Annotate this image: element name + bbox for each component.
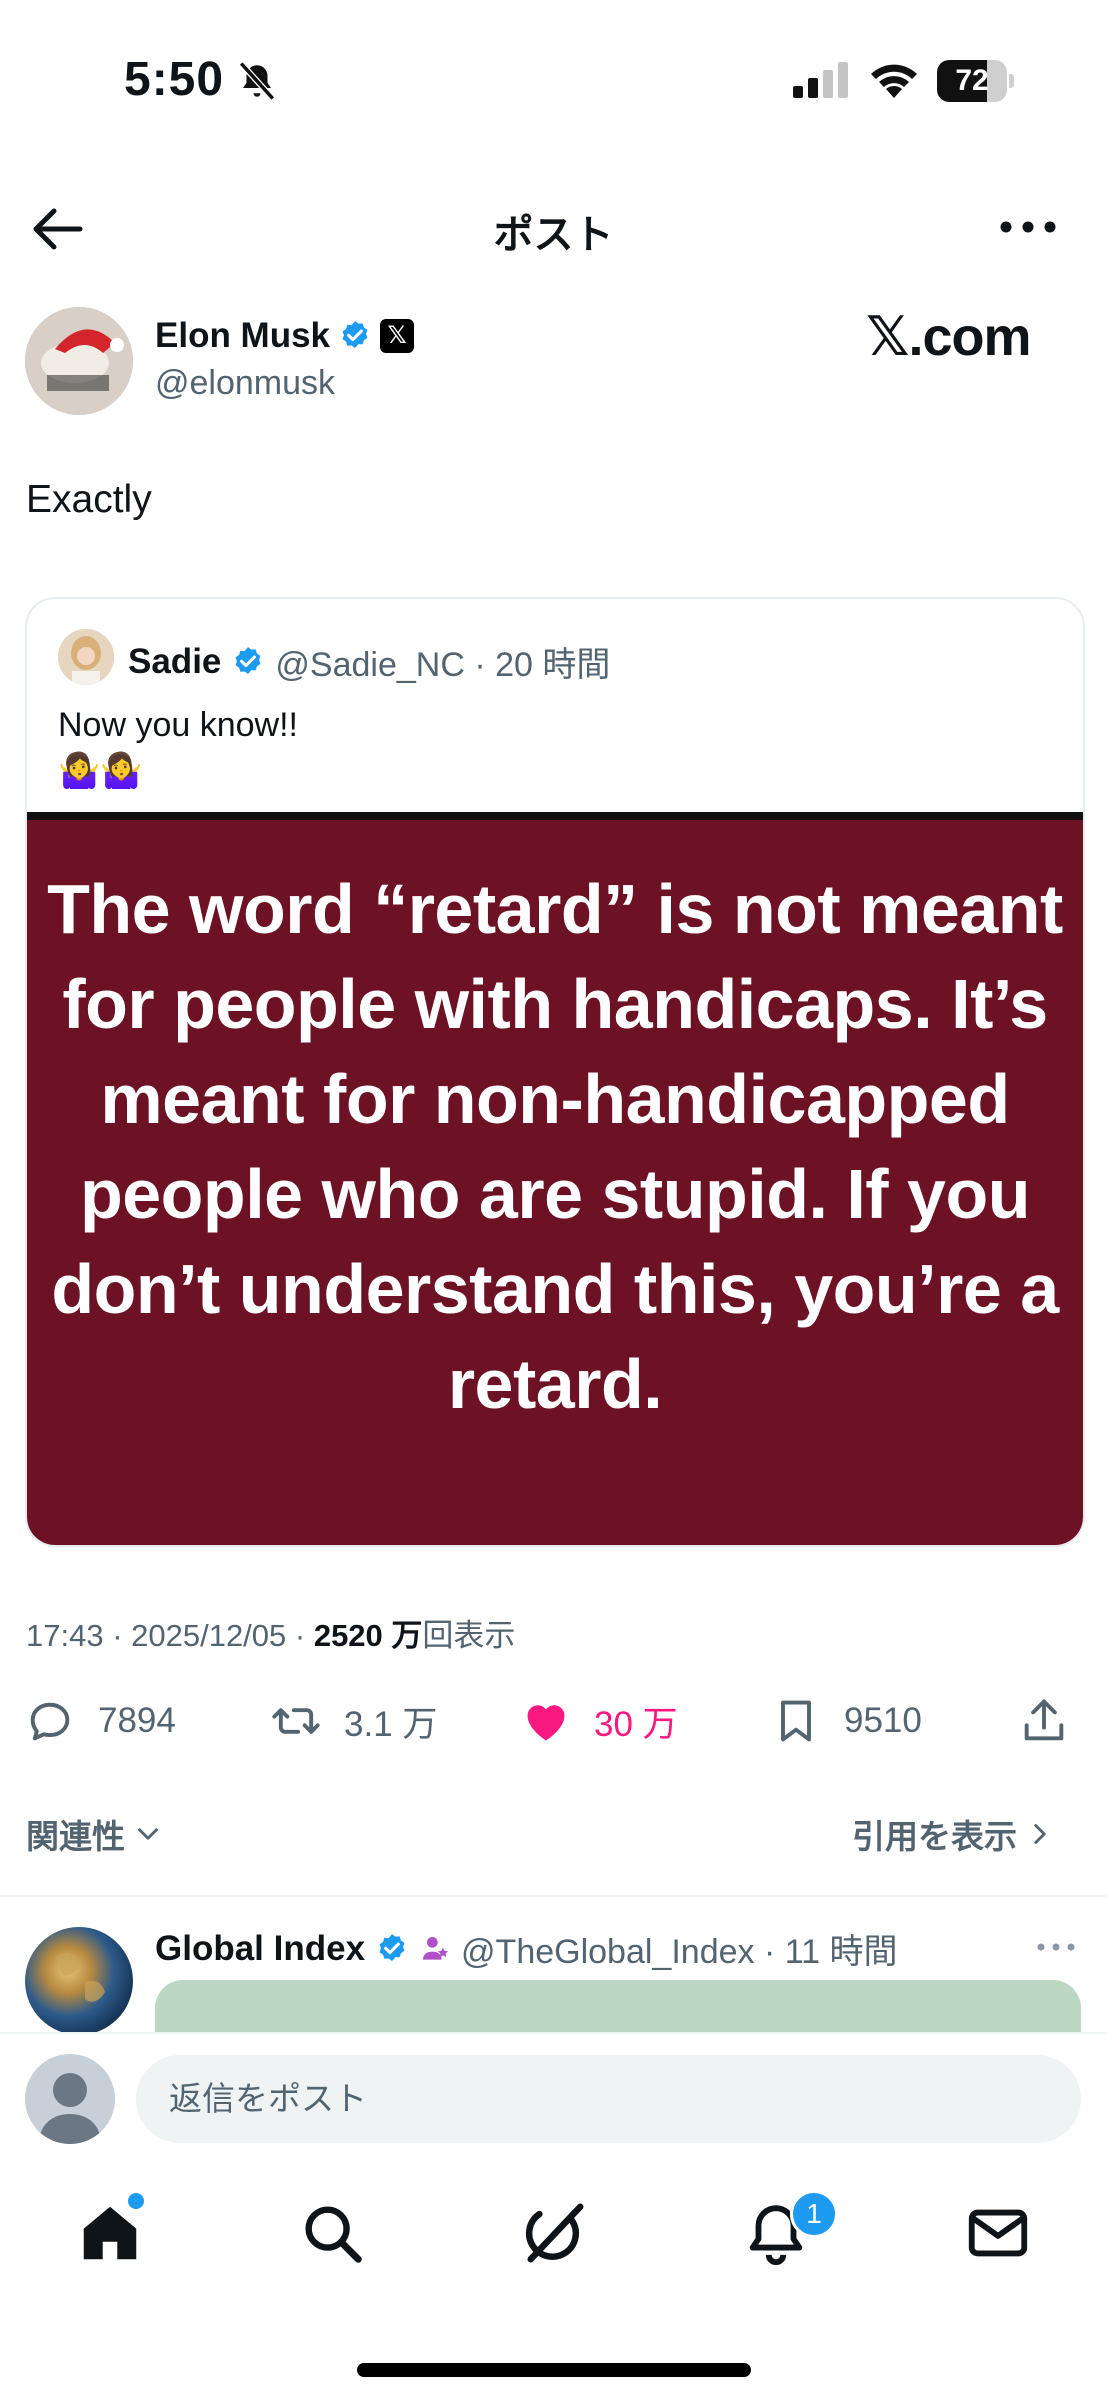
- more-horizontal-icon[interactable]: [998, 212, 1058, 242]
- home-unread-dot: [128, 2193, 144, 2209]
- reply-icon: [30, 1702, 70, 1741]
- share-icon: [1024, 1699, 1064, 1741]
- like-button[interactable]: 30 万: [520, 1696, 678, 1746]
- search-icon[interactable]: [297, 2198, 367, 2268]
- quote-handle-time: @Sadie_NC · 20 時間: [275, 646, 611, 684]
- reply-input[interactable]: 返信をポスト: [136, 2055, 1081, 2143]
- bookmark-icon: [781, 1700, 811, 1742]
- verified-badge-icon: [379, 1933, 405, 1961]
- share-button[interactable]: [1018, 1696, 1070, 1746]
- home-indicator: [357, 2363, 751, 2377]
- my-avatar[interactable]: [25, 2054, 115, 2144]
- relevance-label: 関連性: [26, 1818, 125, 1855]
- bookmark-count: 9510: [844, 1701, 922, 1740]
- repost-icon: [272, 1708, 320, 1734]
- reply-count: 7894: [98, 1701, 176, 1740]
- repost-count: 3.1 万: [344, 1704, 438, 1744]
- author-name[interactable]: Elon Musk: [155, 316, 330, 356]
- reply-author-avatar[interactable]: [25, 1927, 133, 2035]
- person-photo-icon: [58, 629, 114, 685]
- battery-level: 72: [955, 64, 989, 97]
- quote-image-text: The word “retard” is not meant for peopl…: [47, 870, 1063, 1423]
- repost-button[interactable]: 3.1 万: [270, 1696, 437, 1746]
- view-label: 回表示: [422, 1618, 516, 1653]
- more-horizontal-icon[interactable]: [1036, 1942, 1076, 1952]
- bell-muted-icon: [238, 61, 276, 101]
- page-title: ポスト: [493, 213, 614, 257]
- chevron-right-icon: [1034, 1824, 1046, 1844]
- bookmark-button[interactable]: 9510: [770, 1696, 922, 1746]
- watermark-logo: 𝕏.com: [866, 307, 1032, 367]
- author-avatar[interactable]: [25, 307, 133, 415]
- author-handle[interactable]: @elonmusk: [155, 364, 335, 403]
- default-user-icon: [39, 2073, 101, 2144]
- post-text: Exactly: [26, 478, 152, 521]
- messages-envelope-icon[interactable]: [963, 2198, 1033, 2268]
- section-divider: [0, 1895, 1107, 1897]
- quote-image[interactable]: The word “retard” is not meant for peopl…: [27, 812, 1083, 1545]
- reply-author-name[interactable]: Global Index: [155, 1929, 365, 1969]
- wifi-icon: [871, 64, 917, 98]
- post-timestamp: 17:43 · 2025/12/05 ·: [26, 1618, 314, 1653]
- affiliate-x-badge: 𝕏: [380, 319, 415, 353]
- quote-emoji: 🤷‍♀️🤷‍♀️: [58, 751, 143, 791]
- battery-indicator: 72: [937, 60, 1015, 102]
- view-quotes-link[interactable]: 引用を表示: [852, 1810, 1057, 1858]
- quote-body: Now you know!! 🤷‍♀️🤷‍♀️: [58, 702, 298, 794]
- chevron-down-icon: [138, 1828, 158, 1840]
- subscriber-badge-icon: [423, 1936, 449, 1960]
- relevance-dropdown[interactable]: 関連性: [26, 1810, 165, 1858]
- reply-handle-time: @TheGlobal_Index · 11 時間: [461, 1933, 898, 1971]
- post-meta: 17:43 · 2025/12/05 · 2520 万回表示: [26, 1610, 515, 1655]
- cellular-signal-icon: [793, 62, 848, 98]
- quote-author-name: Sadie: [128, 641, 222, 681]
- heart-filled-icon: [527, 1705, 565, 1741]
- grok-icon[interactable]: [519, 2198, 589, 2268]
- reply-button[interactable]: 7894: [24, 1696, 176, 1746]
- verified-badge-icon: [235, 646, 261, 674]
- notification-count-badge: 1: [790, 2190, 838, 2238]
- verified-badge-icon: [342, 321, 368, 349]
- quote-avatar: [58, 629, 114, 685]
- quoted-post[interactable]: Sadie @Sadie_NC · 20 時間 Now you know!! 🤷…: [25, 597, 1085, 1547]
- globe-avatar-icon: [55, 1953, 105, 2002]
- santa-hat-avatar-icon: [25, 307, 133, 415]
- view-count: 2520 万: [313, 1618, 423, 1653]
- battery-cap: [1009, 74, 1014, 88]
- like-count: 30 万: [594, 1704, 678, 1744]
- status-time: 5:50: [124, 53, 225, 106]
- view-quotes-label: 引用を表示: [852, 1818, 1017, 1855]
- quote-text: Now you know!!: [58, 706, 298, 744]
